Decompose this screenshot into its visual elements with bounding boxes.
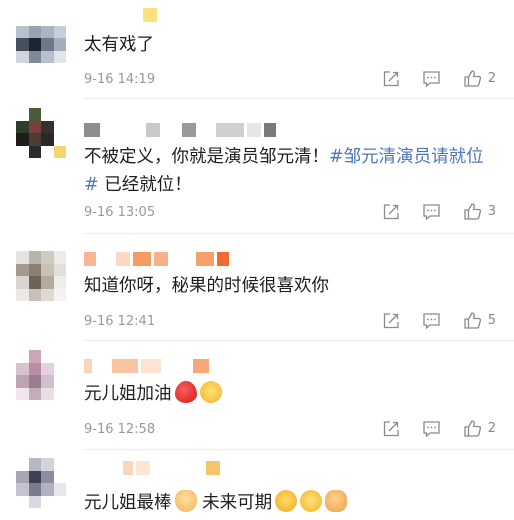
thumbs-up-icon xyxy=(464,420,481,437)
username[interactable] xyxy=(84,359,209,375)
share-button[interactable] xyxy=(382,420,400,438)
share-icon xyxy=(383,420,399,436)
username[interactable] xyxy=(84,461,220,477)
timestamp: 9-16 14:19 xyxy=(84,72,156,87)
thumbs-up-icon xyxy=(464,203,481,220)
share-button[interactable] xyxy=(382,203,400,221)
reply-button[interactable] xyxy=(422,420,441,438)
avatar[interactable] xyxy=(16,13,66,63)
comment-meta: 9-16 14:19 2 xyxy=(84,69,496,91)
avatar[interactable] xyxy=(16,350,66,400)
timestamp: 9-16 12:58 xyxy=(84,422,156,437)
comment-text-main: 元儿姐最棒 xyxy=(84,493,172,513)
share-icon xyxy=(383,203,399,219)
like-button[interactable]: 2 xyxy=(463,69,496,88)
like-count: 3 xyxy=(487,204,496,219)
comment-text: 元儿姐加油 xyxy=(84,380,494,408)
comment-text-second: 未来可期 xyxy=(202,493,273,513)
avatar[interactable] xyxy=(16,108,66,158)
comment-text: 元儿姐最棒 未来可期 xyxy=(84,489,494,517)
comment-text-after: 已经就位！ xyxy=(98,175,192,195)
like-button[interactable]: 3 xyxy=(463,202,496,221)
heart-emoji xyxy=(174,381,197,403)
thumbs-up-icon xyxy=(464,312,481,329)
reply-button[interactable] xyxy=(422,203,441,221)
comment-text: 不被定义，你就是演员邹元清！#邹元清演员请就位# 已经就位！ xyxy=(84,143,494,199)
heart-face-emoji xyxy=(275,490,298,512)
divider xyxy=(84,449,514,450)
victory-hand-emoji xyxy=(174,490,197,512)
comment-text: 知道你呀，秘果的时候很喜欢你 xyxy=(84,276,329,296)
like-count: 2 xyxy=(487,421,496,436)
comment-icon xyxy=(423,312,440,329)
comment-icon xyxy=(423,420,440,437)
divider xyxy=(84,340,514,341)
avatar[interactable] xyxy=(16,458,66,508)
flexed-biceps-emoji xyxy=(325,490,348,512)
username[interactable] xyxy=(84,252,229,268)
divider xyxy=(84,233,514,234)
timestamp: 9-16 13:05 xyxy=(84,205,156,220)
reply-button[interactable] xyxy=(422,70,441,88)
divider xyxy=(84,98,514,99)
comment-meta: 9-16 13:05 3 xyxy=(84,202,496,224)
comment-icon xyxy=(423,70,440,87)
comment-meta: 9-16 12:41 5 xyxy=(84,311,496,333)
like-count: 2 xyxy=(487,71,496,86)
starstruck-emoji xyxy=(199,381,222,403)
comment-meta: 9-16 12:58 2 xyxy=(84,419,496,441)
comment-text-plain: 不被定义，你就是演员邹元清！ xyxy=(84,147,329,167)
like-button[interactable]: 5 xyxy=(463,311,496,330)
share-button[interactable] xyxy=(382,312,400,330)
username[interactable] xyxy=(84,123,276,139)
share-icon xyxy=(383,312,399,328)
share-button[interactable] xyxy=(382,70,400,88)
comment-text: 太有戏了 xyxy=(84,35,154,55)
comment-icon xyxy=(423,203,440,220)
share-icon xyxy=(383,70,399,86)
timestamp: 9-16 12:41 xyxy=(84,314,156,329)
reply-button[interactable] xyxy=(422,312,441,330)
like-button[interactable]: 2 xyxy=(463,419,496,438)
avatar[interactable] xyxy=(16,251,66,301)
username[interactable] xyxy=(84,8,157,24)
comment-text-main: 元儿姐加油 xyxy=(84,384,172,404)
starstruck-emoji xyxy=(300,490,323,512)
thumbs-up-icon xyxy=(464,70,481,87)
like-count: 5 xyxy=(487,313,496,328)
